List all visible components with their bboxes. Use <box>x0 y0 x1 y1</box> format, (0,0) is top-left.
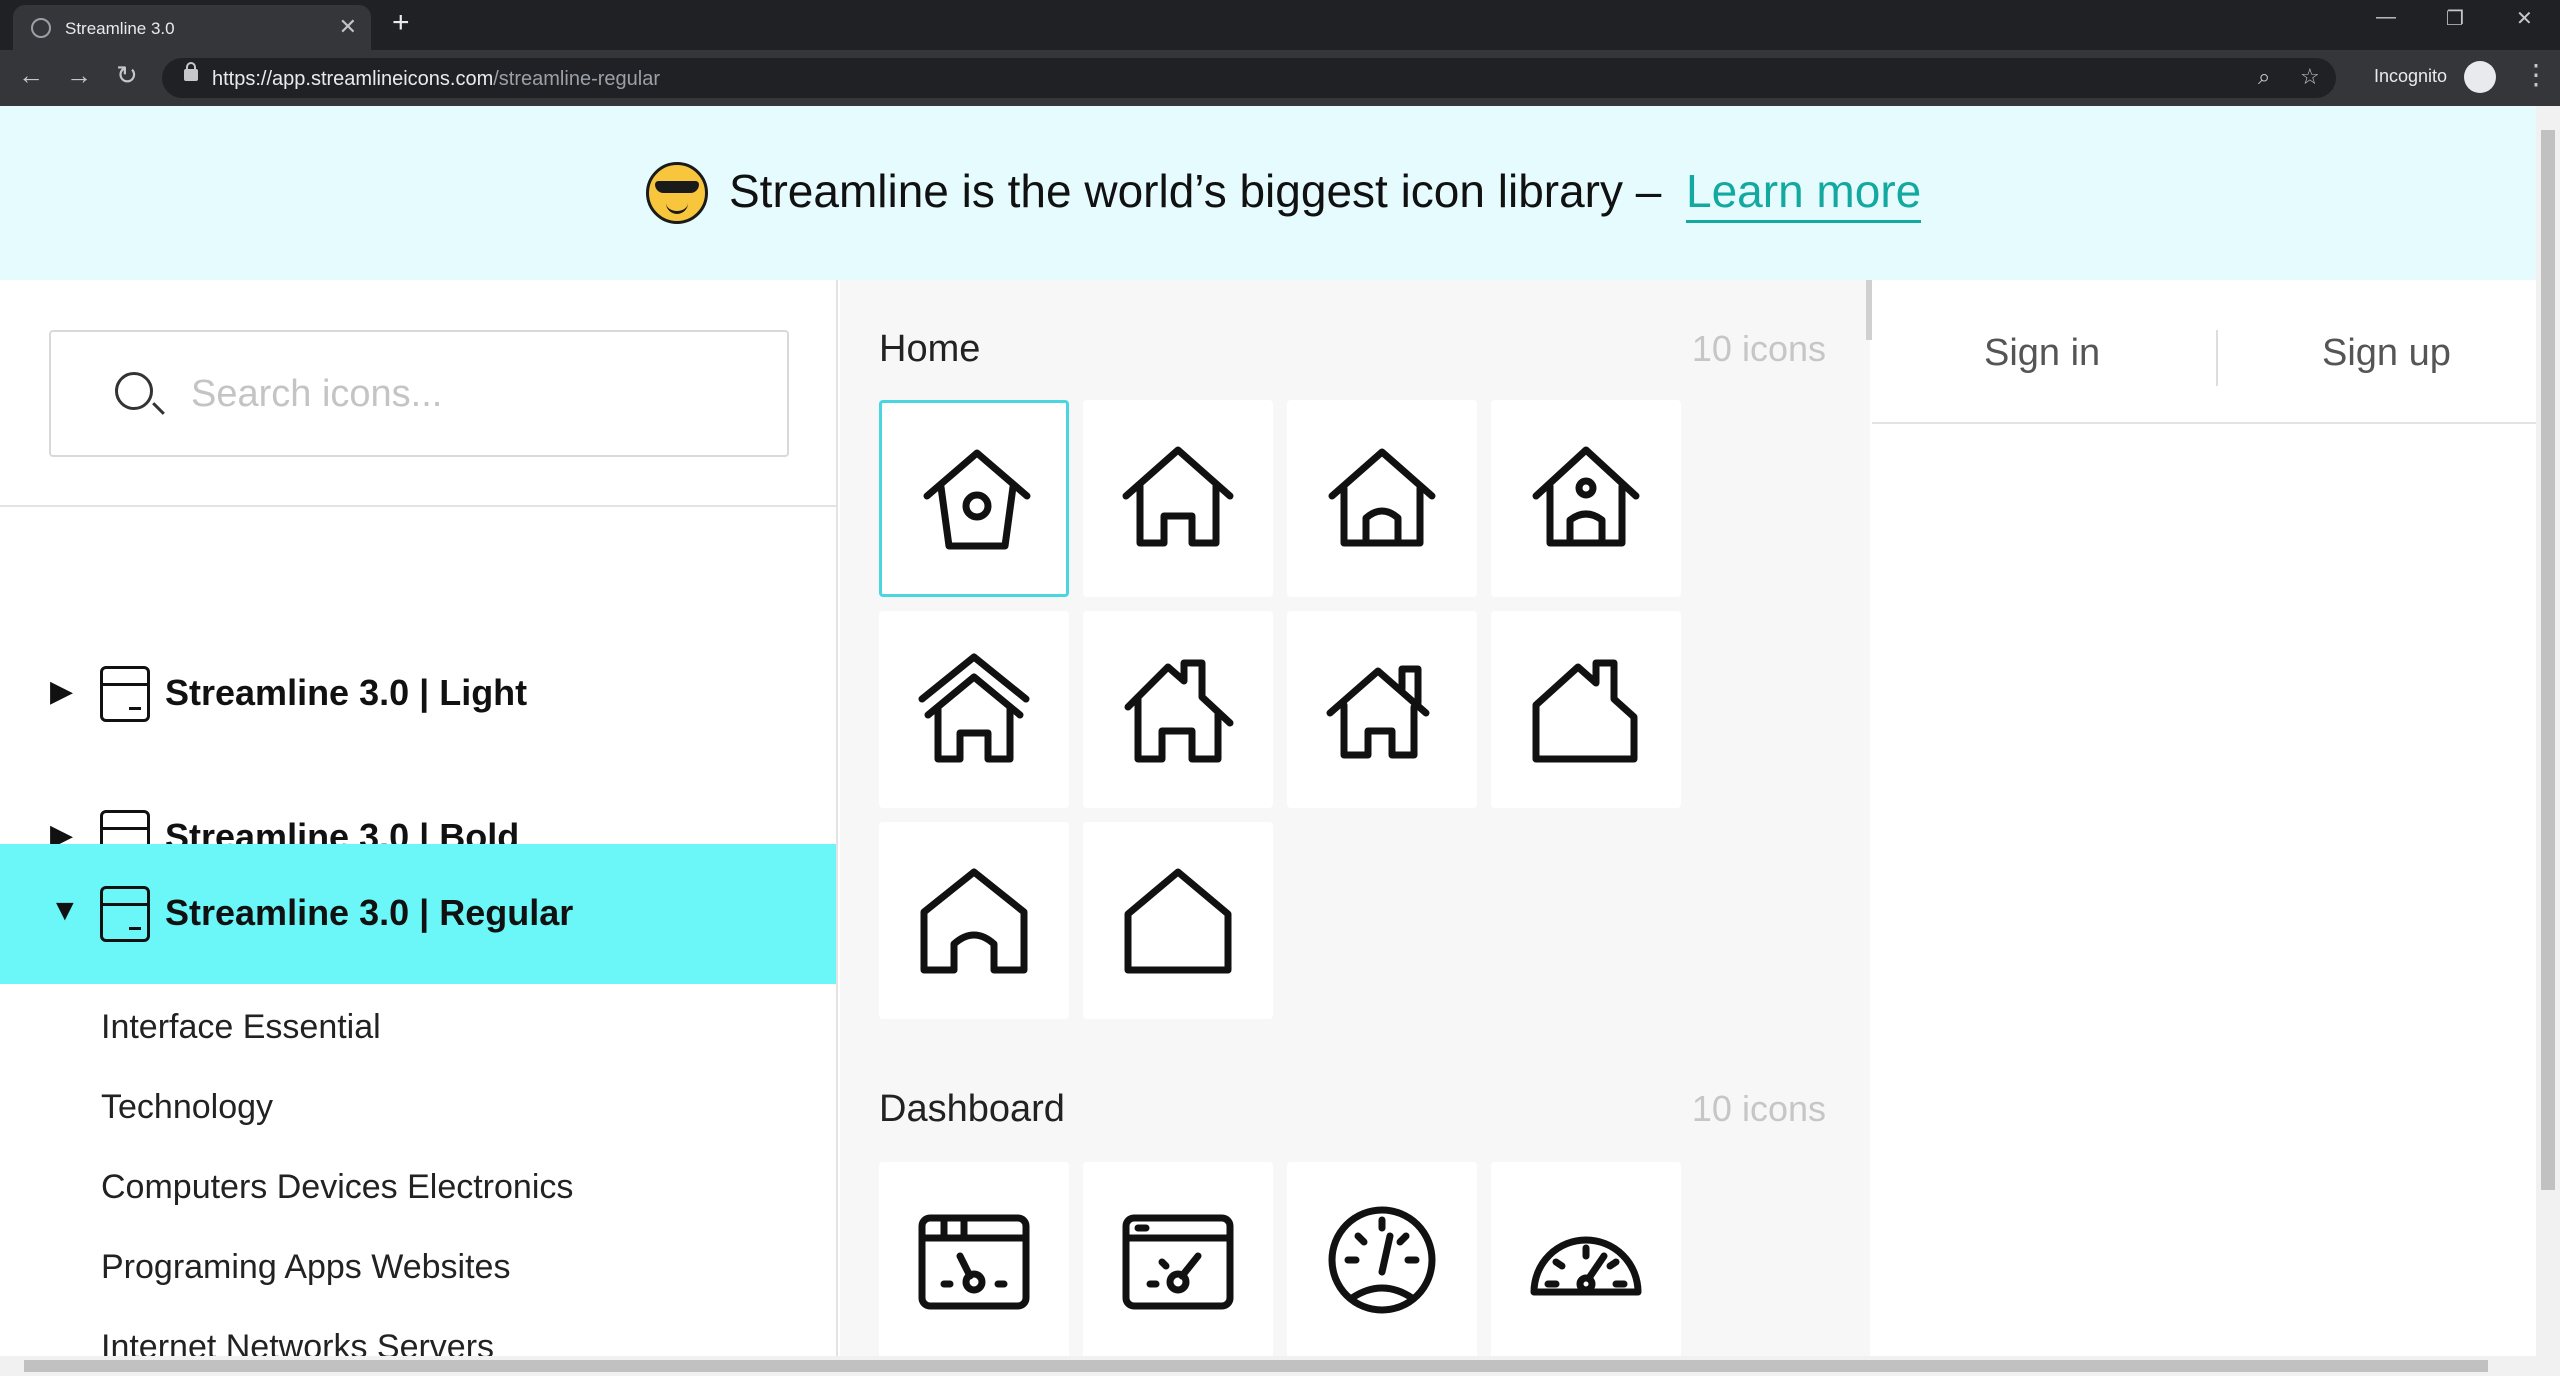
banner-text: Streamline is the world’s biggest icon l… <box>729 165 1662 217</box>
learn-more-link[interactable]: Learn more <box>1686 164 1922 223</box>
sidebar: ▶ Streamline 3.0 | Light ▶ Streamline 3.… <box>0 280 838 1356</box>
search-box[interactable] <box>49 330 789 457</box>
category-programing-apps-websites[interactable]: Programing Apps Websites <box>101 1248 510 1287</box>
category-computers-devices-electronics[interactable]: Computers Devices Electronics <box>101 1168 573 1207</box>
incognito-label: Incognito <box>2374 66 2448 86</box>
house-icon <box>1122 446 1234 547</box>
browser-dashboard-icon <box>1122 1214 1234 1310</box>
account-panel: Sign in Sign up <box>1872 280 2536 1356</box>
category-internet-networks-servers[interactable]: Internet Networks Servers <box>101 1328 494 1356</box>
house-chimney-outline-icon <box>1532 659 1638 763</box>
sign-up-button[interactable]: Sign up <box>2322 332 2451 375</box>
new-tab-button[interactable]: + <box>392 6 410 40</box>
category-technology[interactable]: Technology <box>101 1088 273 1127</box>
promo-banner: Streamline is the world’s biggest icon l… <box>0 106 2536 280</box>
search-icon <box>115 372 153 410</box>
zoom-icon[interactable]: ⌕ <box>2258 64 2270 90</box>
incognito-icon[interactable] <box>2464 61 2496 93</box>
forward-icon[interactable]: → <box>66 60 92 91</box>
package-icon <box>100 666 150 722</box>
house-person-icon <box>1532 446 1640 547</box>
icon-tile[interactable] <box>1491 611 1681 808</box>
icon-tile[interactable] <box>879 400 1069 597</box>
reload-icon[interactable]: ↻ <box>116 60 138 91</box>
section-title-home: Home <box>879 328 981 370</box>
house-icon <box>920 868 1028 974</box>
scrollbar-thumb[interactable] <box>24 1360 2488 1372</box>
group-streamline-light[interactable]: ▶ Streamline 3.0 | Light <box>0 624 836 764</box>
tab-close-icon[interactable]: ✕ <box>339 14 357 40</box>
lock-icon <box>184 62 198 81</box>
url-text: https://app.streamlineicons.com/streamli… <box>212 68 660 90</box>
house-chimney-icon <box>1124 659 1234 763</box>
icon-tile[interactable] <box>1083 400 1273 597</box>
group-streamline-regular[interactable]: ▼ Streamline 3.0 | Regular <box>0 844 836 984</box>
icon-tile[interactable] <box>1083 611 1273 808</box>
browser-tab-strip: Streamline 3.0 ✕ + — ❐ ✕ <box>0 0 2560 50</box>
icon-tile[interactable] <box>1287 611 1477 808</box>
bookmark-star-icon[interactable]: ☆ <box>2300 64 2320 90</box>
icon-tile[interactable] <box>879 822 1069 1019</box>
icon-tile[interactable] <box>1287 1162 1477 1356</box>
group-title: Streamline 3.0 | Regular <box>165 892 574 933</box>
gauge-icon <box>1530 1236 1642 1296</box>
section-count: 10 icons <box>1691 1088 1826 1129</box>
sign-in-button[interactable]: Sign in <box>1984 332 2100 375</box>
auth-bar: Sign in Sign up <box>1872 280 2536 424</box>
vertical-scrollbar[interactable] <box>2536 106 2560 1356</box>
birdhouse-icon <box>923 449 1031 550</box>
icon-grid-panel: Home 10 icons Dashboard 10 icons <box>840 280 1870 1356</box>
browser-dashboard-icon <box>918 1214 1030 1310</box>
section-count: 10 icons <box>1691 328 1826 369</box>
icon-tile[interactable] <box>1287 400 1477 597</box>
house-chimney-icon <box>918 653 1030 763</box>
divider <box>2216 330 2218 386</box>
house-chimney-icon <box>1326 665 1430 759</box>
divider <box>0 505 836 507</box>
window-close-icon[interactable]: ✕ <box>2516 6 2533 31</box>
sunglasses-emoji-icon <box>646 162 708 224</box>
back-icon[interactable]: ← <box>18 60 44 91</box>
browser-toolbar: ← → ↻ https://app.streamlineicons.com/st… <box>0 50 2560 106</box>
icon-tile[interactable] <box>879 611 1069 808</box>
house-outline-icon <box>1124 868 1232 974</box>
search-input[interactable] <box>191 358 751 430</box>
expand-arrow-icon[interactable]: ▶ <box>50 674 73 709</box>
gauge-circle-icon <box>1328 1206 1436 1314</box>
restore-icon[interactable]: ❐ <box>2446 6 2464 31</box>
tab-title: Streamline 3.0 <box>65 19 175 38</box>
menu-icon[interactable]: ⋮ <box>2522 58 2550 91</box>
icon-tile[interactable] <box>879 1162 1069 1356</box>
category-interface-essential[interactable]: Interface Essential <box>101 1008 381 1047</box>
icon-tile[interactable] <box>1491 1162 1681 1356</box>
minimize-icon[interactable]: — <box>2376 6 2396 29</box>
icon-tile[interactable] <box>1083 1162 1273 1356</box>
package-icon <box>100 886 150 942</box>
icon-tile[interactable] <box>1491 400 1681 597</box>
address-bar[interactable]: https://app.streamlineicons.com/streamli… <box>162 58 2336 98</box>
group-title: Streamline 3.0 | Light <box>165 672 528 713</box>
browser-tab[interactable]: Streamline 3.0 ✕ <box>13 5 371 50</box>
horizontal-scrollbar[interactable] <box>0 1356 2560 1376</box>
house-icon <box>1328 448 1436 547</box>
section-title-dashboard: Dashboard <box>879 1088 1065 1130</box>
icon-tile[interactable] <box>1083 822 1273 1019</box>
favicon-icon <box>31 18 51 38</box>
collapse-arrow-icon[interactable]: ▼ <box>50 894 80 928</box>
scrollbar-thumb[interactable] <box>2541 130 2555 1190</box>
